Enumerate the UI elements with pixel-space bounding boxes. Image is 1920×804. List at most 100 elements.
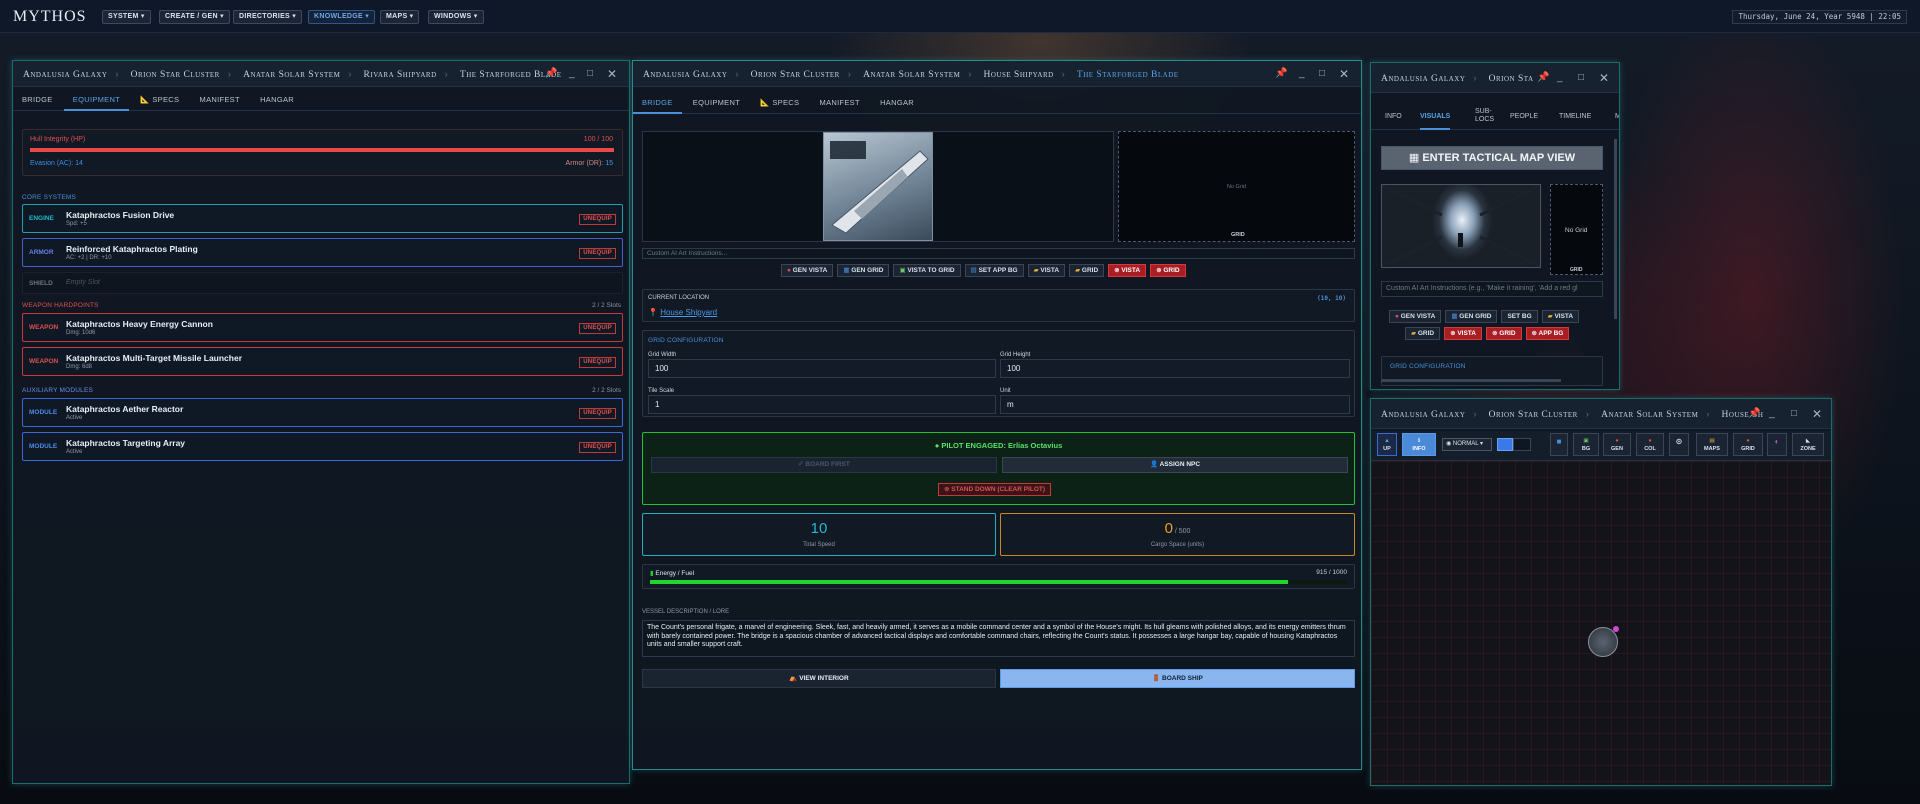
breadcrumb-location[interactable]: House Shipyard xyxy=(984,62,1054,86)
vista-image-frame[interactable] xyxy=(642,131,1114,242)
grid-folder-button[interactable]: ▰ GRID xyxy=(1405,327,1441,340)
info-button[interactable]: ℹ INFO xyxy=(1402,433,1436,456)
grid-clear-button[interactable]: ⊗ GRID xyxy=(1150,264,1186,277)
grid-height-input[interactable]: 100 xyxy=(1000,359,1350,378)
palette-button[interactable]: ◐ xyxy=(1767,433,1787,456)
art-instructions-input[interactable]: Custom AI Art Instructions (e.g., 'Make … xyxy=(1381,281,1603,297)
equip-slot-armor[interactable]: ARMOR Reinforced Kataphractos Plating AC… xyxy=(22,238,623,267)
maximize-icon[interactable]: □ xyxy=(1578,63,1584,89)
unequip-button[interactable]: UNEQUIP xyxy=(579,248,616,259)
unequip-button[interactable]: UNEQUIP xyxy=(579,442,616,453)
target-button[interactable]: ⊙ xyxy=(1669,433,1689,456)
token-avatar[interactable] xyxy=(1588,626,1619,657)
close-icon[interactable]: ✕ xyxy=(1599,63,1609,89)
window-titlebar[interactable]: Andalusia Galaxy › Orion Star Cluster › An… xyxy=(633,61,1361,87)
color-picker[interactable] xyxy=(1497,438,1513,451)
gen-grid-button[interactable]: ▦ GEN GRID xyxy=(837,264,890,277)
maximize-icon[interactable]: □ xyxy=(1319,61,1325,86)
unequip-button[interactable]: UNEQUIP xyxy=(579,408,616,419)
breadcrumb-galaxy[interactable]: Andalusia Galaxy xyxy=(643,62,727,86)
breadcrumb-galaxy[interactable]: Andalusia Galaxy xyxy=(1381,400,1465,428)
window-titlebar[interactable]: Andalusia Galaxy › Orion Sta 📌 _ □ ✕ xyxy=(1371,63,1619,93)
minimize-icon[interactable]: _ xyxy=(569,61,575,86)
breadcrumb-system[interactable]: Anatar Solar System xyxy=(243,62,340,86)
close-icon[interactable]: ✕ xyxy=(1812,399,1822,425)
tab-bridge[interactable]: BRIDGE xyxy=(633,94,682,114)
board-first-button[interactable]: ✐ BOARD FIRST xyxy=(651,457,997,473)
breadcrumb-system[interactable]: Anatar Solar System xyxy=(1601,400,1698,428)
fill-tool-button[interactable]: ■ xyxy=(1550,433,1568,456)
board-ship-button[interactable]: 🚪 BOARD SHIP xyxy=(1000,669,1355,688)
tab-manifest[interactable]: MANIFEST xyxy=(811,94,869,114)
pin-icon[interactable]: 📌 xyxy=(1748,399,1760,425)
breadcrumb-cluster[interactable]: Orion Sta xyxy=(1489,64,1534,92)
bg-button[interactable]: ▣ BG xyxy=(1573,433,1599,456)
close-icon[interactable]: ✕ xyxy=(607,61,617,86)
vista-to-grid-button[interactable]: ▣ VISTA TO GRID xyxy=(893,264,961,277)
gen-vista-button[interactable]: ● GEN VISTA xyxy=(1389,310,1442,323)
art-instructions-input[interactable]: Custom AI Art Instructions... xyxy=(642,248,1355,259)
pin-icon[interactable]: 📌 xyxy=(1537,63,1549,89)
breadcrumb-system[interactable]: Anatar Solar System xyxy=(863,62,960,86)
tab-visuals[interactable]: VISUALS xyxy=(1420,113,1451,130)
tactical-map-button[interactable]: ▦ ENTER TACTICAL MAP VIEW xyxy=(1381,146,1603,170)
tile-scale-input[interactable]: 1 xyxy=(648,395,996,414)
breadcrumb-location[interactable]: Rivara Shipyard xyxy=(364,62,437,86)
minimize-icon[interactable]: _ xyxy=(1299,61,1305,86)
app-bg-clear-button[interactable]: ⊗ APP BG xyxy=(1525,327,1570,340)
unequip-button[interactable]: UNEQUIP xyxy=(579,214,616,225)
grid-folder-button[interactable]: ▰ GRID xyxy=(1069,264,1105,277)
grid-preview-frame[interactable]: No Grid GRID xyxy=(1550,184,1603,275)
breadcrumb-cluster[interactable]: Orion Star Cluster xyxy=(1489,400,1578,428)
menu-knowledge[interactable]: KNOWLEDGE ▾ xyxy=(308,10,376,24)
breadcrumb-galaxy[interactable]: Andalusia Galaxy xyxy=(1381,64,1465,92)
set-app-bg-button[interactable]: ▤ SET APP BG xyxy=(964,264,1024,277)
grid-preview-frame[interactable]: No Grid GRID xyxy=(1118,131,1355,242)
vista-folder-button[interactable]: ▰ VISTA xyxy=(1541,310,1580,323)
equip-slot-weapon-1[interactable]: WEAPON Kataphractos Heavy Energy Cannon … xyxy=(22,313,623,342)
tactical-grid-canvas[interactable] xyxy=(1371,461,1831,785)
view-interior-button[interactable]: ⛺ VIEW INTERIOR xyxy=(642,669,996,688)
vista-clear-button[interactable]: ⊗ VISTA xyxy=(1108,264,1147,277)
tab-specs[interactable]: 📐 SPECS xyxy=(131,91,188,111)
tab-more[interactable]: M xyxy=(1615,113,1619,120)
breadcrumb-ship[interactable]: The Starforged Blade xyxy=(1077,62,1179,86)
maximize-icon[interactable]: □ xyxy=(587,61,593,86)
gen-button[interactable]: ● GEN xyxy=(1603,433,1631,456)
breadcrumb-cluster[interactable]: Orion Star Cluster xyxy=(131,62,220,86)
tab-timeline[interactable]: TIMELINE xyxy=(1559,113,1591,120)
tab-manifest[interactable]: MANIFEST xyxy=(191,91,249,111)
horizontal-scrollbar[interactable] xyxy=(1381,379,1561,382)
lore-textarea[interactable]: The Count's personal frigate, a marvel o… xyxy=(642,620,1355,657)
set-bg-button[interactable]: SET BG xyxy=(1501,310,1538,323)
grid-clear-button[interactable]: ⊗ GRID xyxy=(1486,327,1522,340)
unit-input[interactable]: m xyxy=(1000,395,1350,414)
pin-icon[interactable]: 📌 xyxy=(545,61,557,86)
equip-slot-weapon-2[interactable]: WEAPON Kataphractos Multi-Target Missile… xyxy=(22,347,623,376)
grid-width-input[interactable]: 100 xyxy=(648,359,996,378)
maximize-icon[interactable]: □ xyxy=(1791,399,1797,425)
tab-equipment[interactable]: EQUIPMENT xyxy=(684,94,749,114)
menu-create-gen[interactable]: CREATE / GEN ▾ xyxy=(159,10,230,24)
window-titlebar[interactable]: Andalusia Galaxy › Orion Star Cluster › An… xyxy=(13,61,629,87)
location-vista-image[interactable] xyxy=(1381,183,1541,269)
vista-clear-button[interactable]: ⊗ VISTA xyxy=(1444,327,1482,340)
menu-system[interactable]: SYSTEM ▾ xyxy=(102,10,151,24)
unequip-button[interactable]: UNEQUIP xyxy=(579,323,616,334)
tab-hangar[interactable]: HANGAR xyxy=(871,94,923,114)
tab-equipment[interactable]: EQUIPMENT xyxy=(63,91,130,111)
gen-grid-button[interactable]: ▦ GEN GRID xyxy=(1445,310,1498,323)
tab-bridge[interactable]: BRIDGE xyxy=(13,91,62,111)
equip-slot-module-2[interactable]: MODULE Kataphractos Targeting Array Acti… xyxy=(22,432,623,461)
grid-button[interactable]: ● GRID xyxy=(1733,433,1763,456)
equip-slot-module-1[interactable]: MODULE Kataphractos Aether Reactor Activ… xyxy=(22,398,623,427)
menu-maps[interactable]: MAPS ▾ xyxy=(380,10,420,24)
zone-button[interactable]: ◣ ZONE xyxy=(1792,433,1824,456)
breadcrumb-cluster[interactable]: Orion Star Cluster xyxy=(751,62,840,86)
tab-people[interactable]: PEOPLE xyxy=(1510,113,1538,120)
col-button[interactable]: ● COL xyxy=(1636,433,1664,456)
equip-slot-engine[interactable]: ENGINE Kataphractos Fusion Drive Spd: +5… xyxy=(22,204,623,233)
tab-sub-locs[interactable]: SUB- LOCS xyxy=(1475,108,1494,124)
vista-folder-button[interactable]: ▰ VISTA xyxy=(1027,264,1066,277)
mode-select[interactable]: ◉ NORMAL ▾ xyxy=(1442,438,1492,451)
